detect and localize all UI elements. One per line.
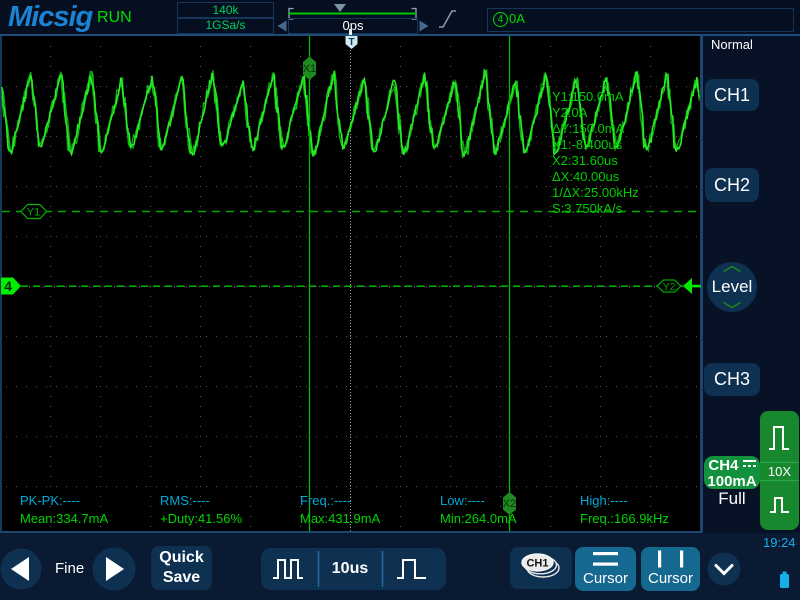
svg-text:T: T [348,37,354,48]
svg-text:Y1: Y1 [27,207,40,219]
svg-text:10X: 10X [768,464,791,479]
svg-text:CH1: CH1 [526,558,548,570]
svg-text:X2: X2 [503,498,516,510]
svg-text:X1: X1 [303,63,316,75]
svg-text:Y2: Y2 [663,281,676,293]
svg-text:4: 4 [4,278,12,294]
